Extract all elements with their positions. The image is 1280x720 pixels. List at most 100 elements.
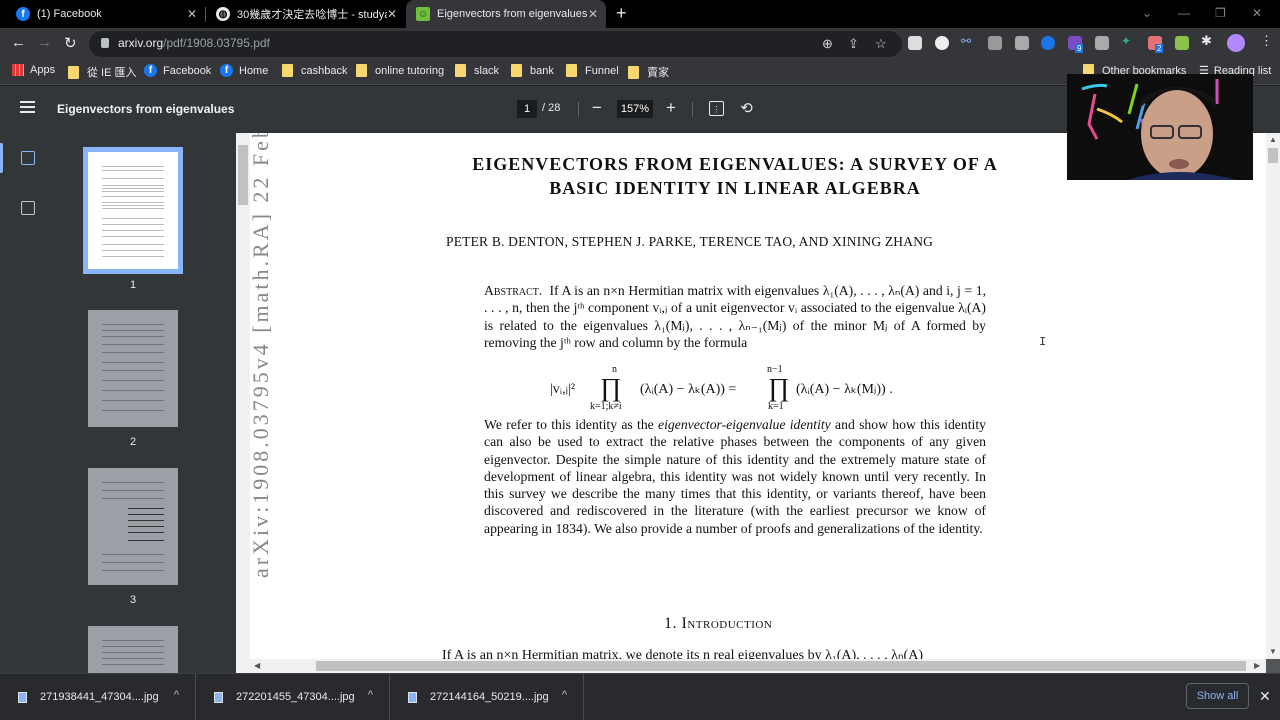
fit-to-page-icon[interactable]: ⋮	[709, 101, 724, 116]
download-item[interactable]: 272201455_47304....jpg ^	[196, 674, 390, 720]
close-tab-icon[interactable]: ✕	[387, 7, 397, 21]
chevron-up-icon[interactable]: ^	[174, 689, 179, 701]
chevron-up-icon[interactable]: ^	[368, 689, 373, 701]
apps-grid-icon	[12, 64, 24, 76]
pdf-title: Eigenvectors from eigenvalues	[57, 102, 235, 116]
extension-link-icon[interactable]: ⚯	[961, 34, 975, 48]
tab-strip: f (1) Facebook ✕ ◍ 30幾歲才決定去唸博士 - studyab…	[0, 0, 1280, 28]
bookmark-apps[interactable]: Apps	[12, 64, 55, 76]
paper-title: BASIC IDENTITY IN LINEAR ALGEBRA	[549, 178, 921, 198]
address-bar[interactable]: arxiv.org/pdf/1908.03795.pdf ⊕ ⇪ ☆	[89, 31, 902, 57]
vertical-scrollbar[interactable]: ▲ ▼	[1266, 133, 1280, 659]
browser-menu-icon[interactable]: ⋮	[1260, 33, 1274, 48]
bookmark-folder[interactable]: bank	[511, 64, 554, 77]
zoom-out-button[interactable]: −	[592, 98, 602, 118]
close-tab-icon[interactable]: ✕	[588, 7, 598, 21]
arxiv-stamp: arXiv:1908.03795v4 [math.RA] 22 Feb 2021	[248, 133, 273, 578]
close-downloads-icon[interactable]: ✕	[1259, 688, 1271, 705]
tab-eigenvectors[interactable]: ☺ Eigenvectors from eigenvalues ✕	[406, 0, 606, 28]
menu-icon[interactable]	[20, 101, 35, 116]
folder-icon	[455, 64, 466, 77]
abstract-paragraph: Abstract. If A is an n×n Hermitian matri…	[484, 283, 987, 350]
extension-h-icon[interactable]	[1095, 36, 1109, 50]
thumbnail-page-number: 2	[129, 436, 137, 448]
bookmark-folder[interactable]: 從 IE 匯入	[68, 64, 137, 80]
folder-icon	[282, 64, 293, 77]
page-total: / 28	[542, 102, 561, 114]
horizontal-scrollbar[interactable]: ◀ ▶	[236, 659, 1266, 673]
page-thumbnail[interactable]	[83, 147, 183, 274]
extension-game-icon[interactable]	[1175, 36, 1189, 50]
bookmark-folder[interactable]: online tutoring	[356, 64, 444, 77]
restore-button[interactable]: ❐	[1215, 6, 1226, 20]
tab-studyabroad[interactable]: ◍ 30幾歲才決定去唸博士 - studyab ✕	[206, 0, 405, 28]
profile-avatar[interactable]	[1227, 34, 1245, 52]
active-indicator	[0, 143, 3, 173]
close-window-button[interactable]: ✕	[1252, 6, 1262, 20]
thumbnails-view-icon[interactable]	[21, 151, 35, 165]
back-button[interactable]: ←	[11, 34, 26, 51]
download-item[interactable]: 271938441_47304....jpg ^	[0, 674, 196, 720]
share-icon[interactable]: ⇪	[848, 36, 859, 52]
bookmark-facebook[interactable]: f Facebook	[144, 64, 211, 77]
tab-title: Eigenvectors from eigenvalues	[437, 8, 588, 20]
close-tab-icon[interactable]: ✕	[187, 7, 197, 21]
webcam-overlay	[1067, 74, 1253, 180]
paper-authors: PETER B. DENTON, STEPHEN J. PARKE, TEREN…	[446, 234, 934, 249]
extension-bird-icon[interactable]: ✦	[1121, 34, 1135, 48]
minimize-button[interactable]: —	[1178, 6, 1190, 20]
bookmark-folder[interactable]: 賣家	[628, 64, 669, 80]
extension-tool-icon[interactable]	[1015, 36, 1029, 50]
tab-search-button[interactable]: ⌄	[1142, 6, 1152, 20]
pdf-sidebar: 1 2 3	[0, 133, 236, 673]
extension-imgix-icon[interactable]	[908, 36, 922, 50]
page-number-input[interactable]: 1	[517, 100, 537, 118]
forward-button[interactable]: →	[37, 34, 52, 51]
reload-button[interactable]: ↻	[64, 34, 77, 52]
bookmark-folder[interactable]: slack	[455, 64, 499, 77]
image-file-icon	[408, 691, 417, 703]
arxiv-icon: ☺	[416, 7, 430, 21]
lock-icon	[101, 38, 109, 48]
abstract-paragraph: We refer to this identity as the eigenve…	[484, 417, 986, 536]
thumbnail-page-number: 1	[129, 279, 137, 291]
text-cursor: I	[1039, 335, 1046, 349]
folder-icon	[68, 65, 79, 79]
divider	[578, 102, 579, 117]
show-all-downloads-button[interactable]: Show all	[1186, 683, 1249, 709]
browser-toolbar: ← → ↻ arxiv.org/pdf/1908.03795.pdf ⊕ ⇪ ☆…	[0, 28, 1280, 59]
chevron-up-icon[interactable]: ^	[562, 689, 567, 701]
new-tab-button[interactable]: +	[616, 3, 627, 24]
folder-icon	[628, 65, 639, 79]
page-thumbnail[interactable]	[88, 626, 178, 673]
folder-icon	[566, 64, 577, 77]
outline-view-icon[interactable]	[21, 201, 35, 215]
bookmark-folder[interactable]: Funnel	[566, 64, 619, 77]
pdf-page: arXiv:1908.03795v4 [math.RA] 22 Feb 2021…	[248, 133, 1280, 663]
facebook-icon: f	[16, 7, 30, 21]
identity-formula: |vᵢ,ⱼ|² n ∏ k=1;k≠i (λᵢ(A) − λₖ(A)) = n−…	[550, 364, 893, 412]
folder-icon	[511, 64, 522, 77]
page-thumbnail[interactable]	[88, 310, 178, 427]
bookmark-home[interactable]: f Home	[220, 64, 268, 77]
tab-facebook[interactable]: f (1) Facebook ✕	[0, 0, 205, 28]
extensions-puzzle-icon[interactable]: ✱	[1201, 33, 1215, 48]
extension-ghost-icon[interactable]	[935, 36, 949, 50]
webcam-video	[1067, 74, 1253, 180]
page-thumbnail[interactable]	[88, 468, 178, 585]
zoom-in-button[interactable]: +	[666, 98, 676, 118]
bookmark-folder[interactable]: cashback	[282, 64, 347, 77]
abstract-label: Abstract.	[484, 283, 543, 298]
pdf-viewer: arXiv:1908.03795v4 [math.RA] 22 Feb 2021…	[236, 133, 1280, 673]
facebook-icon: f	[144, 64, 157, 77]
extension-badge: 2	[1155, 44, 1164, 53]
zoom-icon[interactable]: ⊕	[822, 36, 833, 52]
rotate-icon[interactable]: ⟲	[739, 101, 754, 116]
facebook-icon: f	[220, 64, 233, 77]
zoom-level-input[interactable]: 157%	[617, 100, 653, 118]
image-file-icon	[214, 691, 223, 703]
extension-blue-icon[interactable]	[1041, 36, 1055, 50]
download-item[interactable]: 272144164_50219....jpg ^	[390, 674, 584, 720]
bookmark-star-icon[interactable]: ☆	[875, 36, 887, 52]
extension-sq-icon[interactable]	[988, 36, 1002, 50]
